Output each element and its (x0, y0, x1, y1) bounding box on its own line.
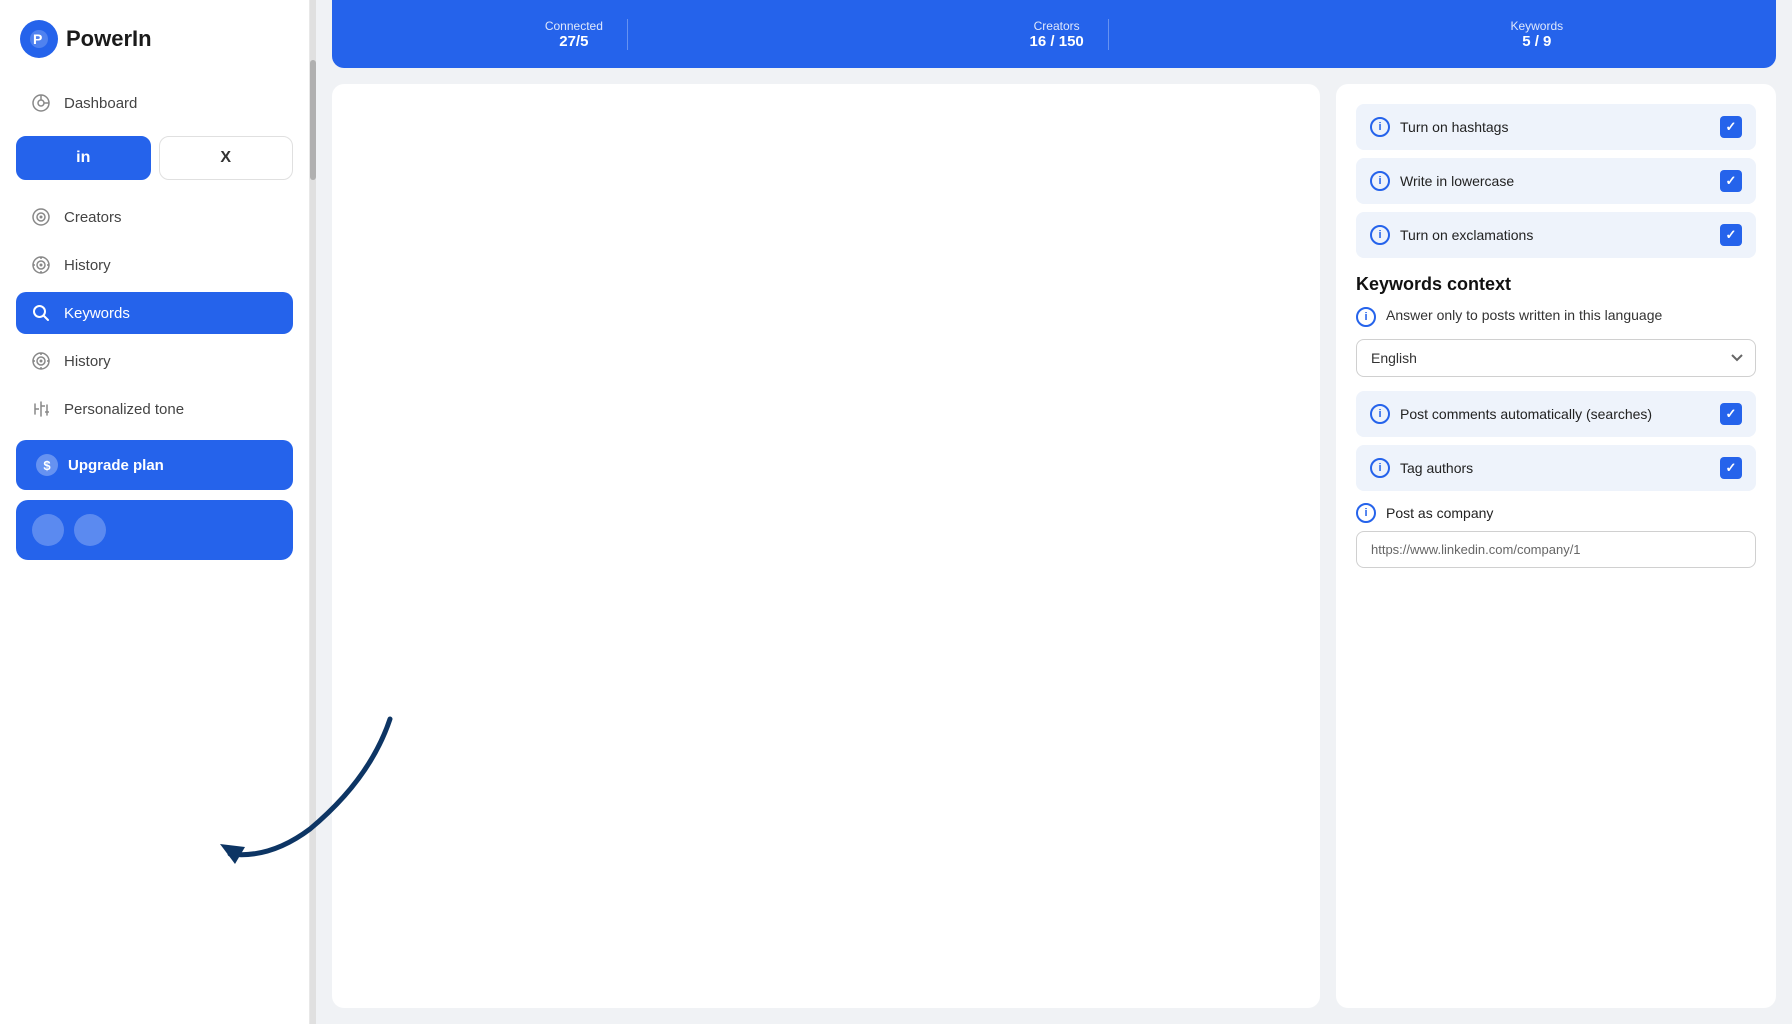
keywords-icon (30, 302, 52, 324)
toggle-hashtags: i Turn on hashtags ✓ (1356, 104, 1756, 150)
bottom-icon-2 (74, 514, 106, 546)
toggle-exclamations-left: i Turn on exclamations (1370, 225, 1533, 245)
post-auto-info-icon[interactable]: i (1370, 404, 1390, 424)
history-icon-2 (30, 350, 52, 372)
post-as-company-row: i Post as company (1356, 503, 1756, 523)
sidebar-item-dashboard[interactable]: Dashboard (16, 82, 293, 124)
keywords-stat-label: Keywords (1510, 19, 1563, 33)
creators-stat-value: 16 / 150 (1030, 33, 1084, 50)
linkedin-platform-btn[interactable]: in (16, 136, 151, 180)
upgrade-label: Upgrade plan (68, 457, 164, 474)
post-auto-label: Post comments automatically (searches) (1400, 406, 1652, 422)
toggle-lowercase-left: i Write in lowercase (1370, 171, 1514, 191)
lowercase-checkbox[interactable]: ✓ (1720, 170, 1742, 192)
twitter-icon: X (220, 149, 231, 167)
sidebar-item-creators[interactable]: Creators (16, 196, 293, 238)
post-as-company-info-icon[interactable]: i (1356, 503, 1376, 523)
platform-toggle: in X (16, 136, 293, 180)
tag-authors-checkbox[interactable]: ✓ (1720, 457, 1742, 479)
left-panel (332, 84, 1320, 1008)
toggle-exclamations: i Turn on exclamations ✓ (1356, 212, 1756, 258)
creators-label: Creators (64, 209, 122, 226)
stat-connected: Connected 27/5 (521, 19, 628, 50)
sidebar: P PowerIn Dashboard in X (0, 0, 310, 1024)
history-icon-1 (30, 254, 52, 276)
sidebar-item-history1[interactable]: History (16, 244, 293, 286)
twitter-platform-btn[interactable]: X (159, 136, 294, 180)
hashtags-label: Turn on hashtags (1400, 119, 1508, 135)
connected-value: 27/5 (559, 33, 588, 50)
right-panel: i Turn on hashtags ✓ i Write in lowercas… (1336, 84, 1776, 1008)
keywords-label: Keywords (64, 305, 130, 322)
upgrade-plan-button[interactable]: $ Upgrade plan (16, 440, 293, 490)
tag-authors-label: Tag authors (1400, 460, 1473, 476)
content-columns: i Turn on hashtags ✓ i Write in lowercas… (316, 68, 1792, 1024)
stat-keywords: Keywords 5 / 9 (1486, 19, 1587, 50)
creators-icon (30, 206, 52, 228)
lowercase-info-icon[interactable]: i (1370, 171, 1390, 191)
sidebar-item-keywords[interactable]: Keywords (16, 292, 293, 334)
history2-label: History (64, 353, 111, 370)
upgrade-icon: $ (36, 454, 58, 476)
exclamations-checkbox[interactable]: ✓ (1720, 224, 1742, 246)
language-info-icon[interactable]: i (1356, 307, 1376, 327)
personalized-tone-label: Personalized tone (64, 401, 184, 418)
hashtags-info-icon[interactable]: i (1370, 117, 1390, 137)
language-info-text: Answer only to posts written in this lan… (1386, 307, 1662, 323)
keywords-stat-value: 5 / 9 (1522, 33, 1551, 50)
connected-label: Connected (545, 19, 603, 33)
toggle-hashtags-left: i Turn on hashtags (1370, 117, 1508, 137)
language-dropdown[interactable]: English French Spanish German Italian (1356, 339, 1756, 377)
stat-creators: Creators 16 / 150 (1006, 19, 1109, 50)
post-as-company-label: Post as company (1386, 505, 1493, 521)
history1-label: History (64, 257, 111, 274)
bottom-icon (32, 514, 64, 546)
lowercase-label: Write in lowercase (1400, 173, 1514, 189)
stats-bar: Connected 27/5 Creators 16 / 150 Keyword… (332, 0, 1776, 68)
toggle-tag-authors-left: i Tag authors (1370, 458, 1473, 478)
creators-stat-label: Creators (1034, 19, 1080, 33)
dashboard-label: Dashboard (64, 95, 137, 112)
tag-authors-info-icon[interactable]: i (1370, 458, 1390, 478)
toggle-post-auto: i Post comments automatically (searches)… (1356, 391, 1756, 437)
language-info: i Answer only to posts written in this l… (1356, 307, 1756, 327)
app-name: PowerIn (66, 26, 152, 52)
svg-text:P: P (33, 31, 42, 47)
dashboard-icon (30, 92, 52, 114)
linkedin-icon: in (76, 149, 90, 167)
exclamations-info-icon[interactable]: i (1370, 225, 1390, 245)
toggle-tag-authors: i Tag authors ✓ (1356, 445, 1756, 491)
tone-icon (30, 398, 52, 420)
sidebar-item-history2[interactable]: History (16, 340, 293, 382)
bottom-card[interactable] (16, 500, 293, 560)
toggle-post-auto-left: i Post comments automatically (searches) (1370, 404, 1652, 424)
company-url-input[interactable] (1356, 531, 1756, 568)
logo-area: P PowerIn (16, 20, 293, 58)
main-content: Connected 27/5 Creators 16 / 150 Keyword… (316, 0, 1792, 1024)
toggle-lowercase: i Write in lowercase ✓ (1356, 158, 1756, 204)
keywords-context-title: Keywords context (1356, 274, 1756, 295)
exclamations-label: Turn on exclamations (1400, 227, 1533, 243)
post-auto-checkbox[interactable]: ✓ (1720, 403, 1742, 425)
sidebar-item-personalized-tone[interactable]: Personalized tone (16, 388, 293, 430)
hashtags-checkbox[interactable]: ✓ (1720, 116, 1742, 138)
logo-icon: P (20, 20, 58, 58)
